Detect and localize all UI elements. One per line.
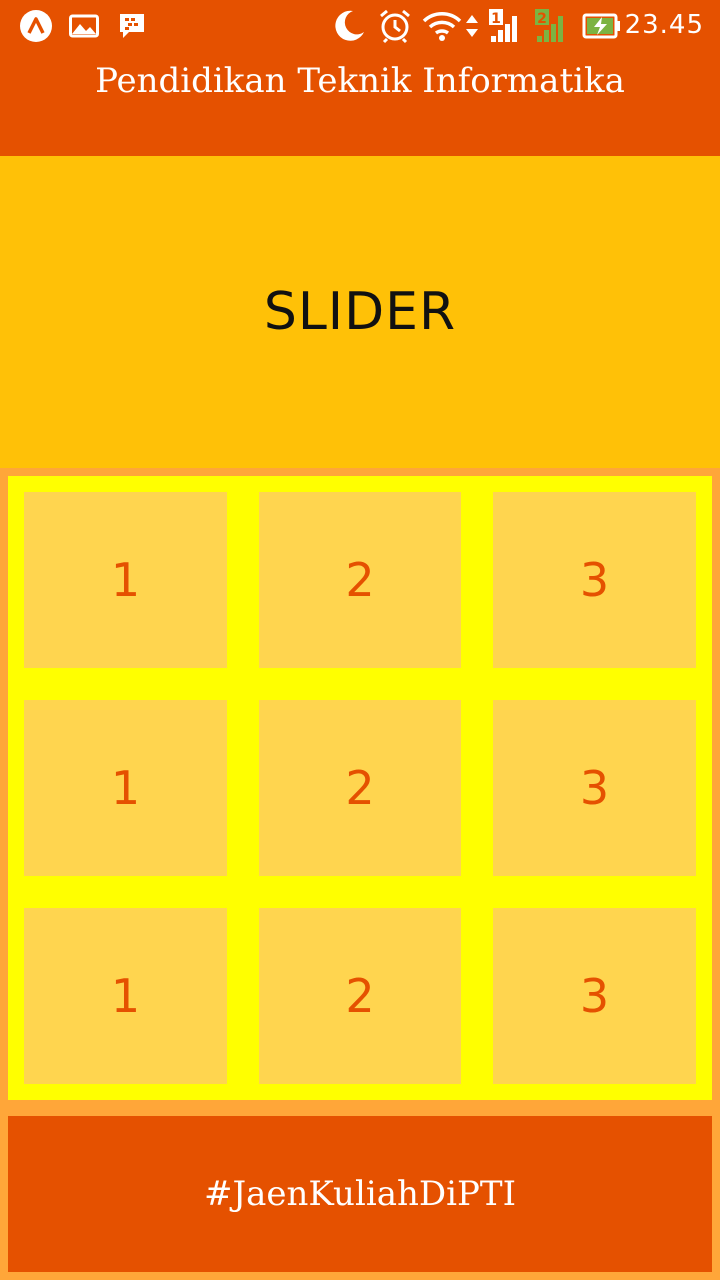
moon-icon xyxy=(330,8,368,44)
app-screen: 1 2 23.45 Pendidikan Teknik Informatika … xyxy=(0,0,720,1280)
data-activity-icon xyxy=(464,8,480,44)
signal-sim1-icon: 1 xyxy=(488,8,524,44)
grid-cell-r1-c3[interactable]: 3 xyxy=(493,492,696,668)
slider-label: SLIDER xyxy=(263,282,457,342)
menu-grid: 1 2 3 1 2 3 1 2 3 xyxy=(8,476,712,1100)
grid-cell-r2-c2[interactable]: 2 xyxy=(259,700,461,876)
status-bar: 1 2 23.45 xyxy=(0,0,720,52)
app-a-icon xyxy=(18,8,54,44)
grid-cell-r1-c1[interactable]: 1 xyxy=(24,492,227,668)
footer-hashtag: #JaenKuliahDiPTI xyxy=(204,1174,516,1214)
bbm-icon xyxy=(116,8,148,44)
grid-cell-r1-c2[interactable]: 2 xyxy=(259,492,461,668)
battery-charging-icon xyxy=(582,8,622,44)
gallery-icon xyxy=(68,8,100,44)
status-time: 23.45 xyxy=(624,10,704,40)
footer-banner: #JaenKuliahDiPTI xyxy=(8,1116,712,1272)
sim1-label: 1 xyxy=(491,11,501,27)
signal-sim2-icon: 2 xyxy=(534,8,570,44)
page-title: Pendidikan Teknik Informatika xyxy=(95,61,625,101)
grid-cell-r3-c3[interactable]: 3 xyxy=(493,908,696,1084)
grid-cell-r3-c1[interactable]: 1 xyxy=(24,908,227,1084)
top-app-bar: 1 2 23.45 Pendidikan Teknik Informatika xyxy=(0,0,720,156)
sim2-label: 2 xyxy=(537,11,547,27)
grid-cell-r2-c3[interactable]: 3 xyxy=(493,700,696,876)
alarm-icon xyxy=(376,8,414,44)
grid-cell-r3-c2[interactable]: 2 xyxy=(259,908,461,1084)
wifi-icon xyxy=(422,8,462,44)
grid-cell-r2-c1[interactable]: 1 xyxy=(24,700,227,876)
image-slider[interactable]: SLIDER xyxy=(0,156,720,468)
